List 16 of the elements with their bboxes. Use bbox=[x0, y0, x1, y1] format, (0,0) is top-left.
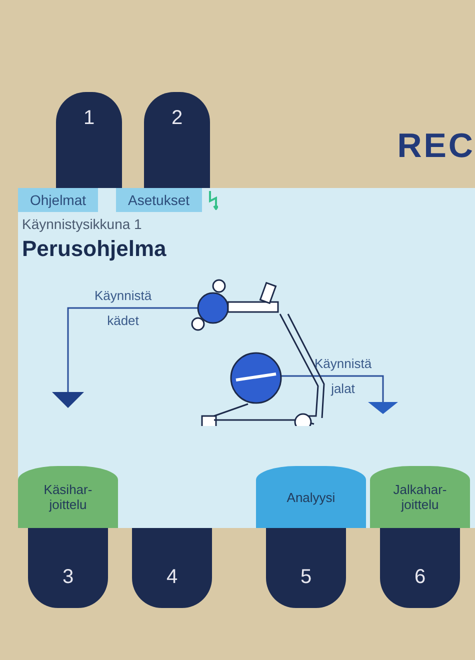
hardware-key[interactable]: 2 bbox=[144, 92, 210, 188]
window-subtitle: Käynnistysikkuna 1 bbox=[21, 215, 143, 232]
hardware-key[interactable]: 4 bbox=[132, 528, 212, 608]
hardware-key[interactable]: 5 bbox=[266, 528, 346, 608]
program-title: Perusohjelma bbox=[21, 235, 168, 262]
hardware-key[interactable]: 3 bbox=[28, 528, 108, 608]
softkey-button[interactable]: Käsihar-joittelu bbox=[18, 466, 118, 528]
softkey-button[interactable]: Analyysi bbox=[256, 466, 366, 528]
hardware-key[interactable]: 6 bbox=[380, 528, 460, 608]
softkey-button[interactable]: Jalkahar-joittelu bbox=[370, 466, 470, 528]
hardware-key[interactable]: 1 bbox=[56, 92, 122, 188]
start-arms-label: Käynnistä kädet bbox=[93, 287, 153, 330]
tab[interactable]: Asetukset bbox=[116, 188, 202, 212]
tab[interactable]: Ohjelmat bbox=[18, 188, 98, 212]
brand-logo: REC bbox=[397, 127, 475, 167]
start-legs-label: Käynnistä jalat bbox=[313, 355, 373, 398]
